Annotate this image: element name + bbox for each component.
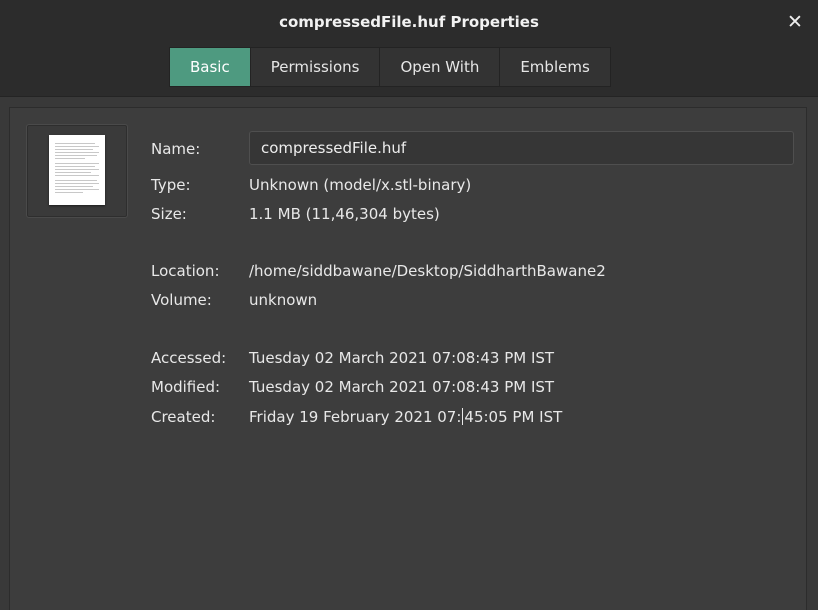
basic-panel: Name: Type: Unknown (model/x.stl-binary)… [9,107,807,610]
tab-list: Basic Permissions Open With Emblems [169,47,611,87]
accessed-value: Tuesday 02 March 2021 07:08:43 PM IST [249,349,555,367]
close-icon: ✕ [787,11,803,33]
properties-window: compressedFile.huf Properties ✕ Basic Pe… [0,0,818,610]
window-title: compressedFile.huf Properties [279,13,539,31]
name-field[interactable] [249,131,794,165]
tab-permissions[interactable]: Permissions [250,47,381,87]
close-button[interactable]: ✕ [782,9,808,35]
modified-label: Modified: [151,378,221,396]
tab-emblems[interactable]: Emblems [500,47,611,87]
tab-bar: Basic Permissions Open With Emblems [0,44,818,97]
created-label: Created: [151,408,216,426]
name-label: Name: [151,140,201,158]
document-icon [49,135,105,205]
volume-value: unknown [249,291,318,309]
created-value-start: Friday 19 February 2021 07: [249,408,462,426]
tab-open-with[interactable]: Open With [380,47,501,87]
accessed-label: Accessed: [151,349,227,367]
created-value: Friday 19 February 2021 07: 45:05 PM IST [249,404,562,430]
type-label: Type: [151,176,191,194]
tab-basic[interactable]: Basic [169,47,251,87]
size-label: Size: [151,205,187,223]
file-icon-button[interactable] [26,124,128,218]
created-value-end: 45:05 PM IST [464,408,563,426]
type-value: Unknown (model/x.stl-binary) [249,176,472,194]
modified-value: Tuesday 02 March 2021 07:08:43 PM IST [249,378,555,396]
location-value: /home/siddbawane/Desktop/SiddharthBawane… [249,262,606,280]
volume-label: Volume: [151,291,212,309]
title-bar: compressedFile.huf Properties ✕ [0,0,818,44]
location-label: Location: [151,262,220,280]
size-value: 1.1 MB (11,46,304 bytes) [249,205,440,223]
